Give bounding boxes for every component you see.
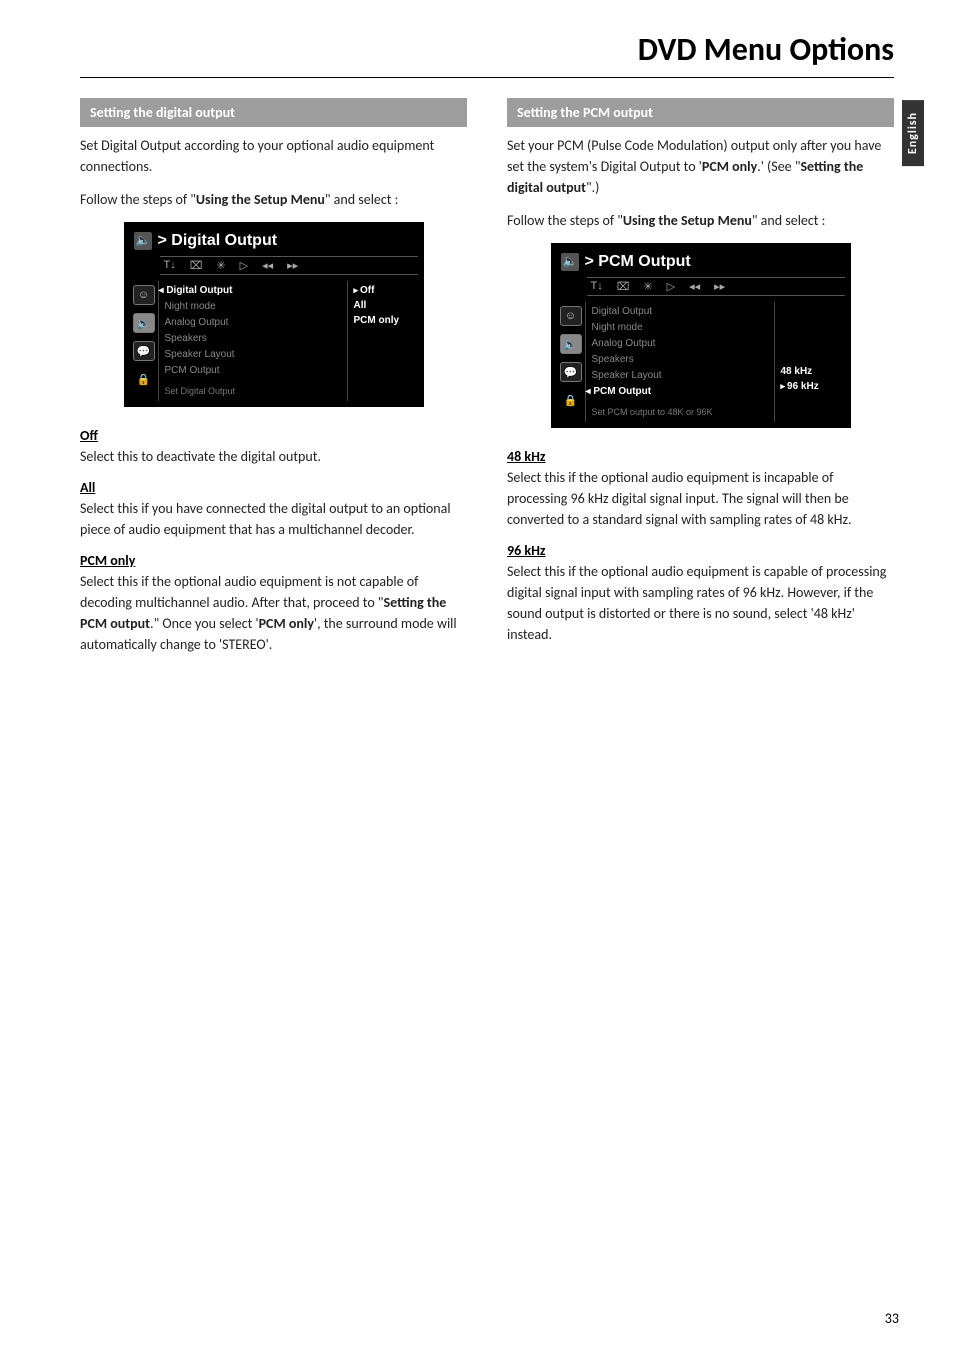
48khz-desc: Select this if the optional audio equipm…	[507, 467, 894, 530]
subheading-48khz: 48 kHz	[507, 448, 894, 465]
osd-item: Digital Output	[592, 304, 768, 320]
person-icon: ☺	[133, 285, 155, 305]
subheading-96khz: 96 kHz	[507, 542, 894, 559]
osd-item: Night mode	[592, 320, 768, 336]
text: Follow the steps of "	[80, 191, 196, 208]
lock-icon: 🔒	[133, 369, 155, 389]
two-column-layout: Setting the digital output Set Digital O…	[80, 98, 894, 667]
osd-pcm-output: > PCM Output T↓ ⌧ ✳ ▷ ◂◂ ▸▸ ☺ 🔈 💬 🔒 Digi…	[551, 243, 851, 428]
wave-icon: ✳	[216, 259, 225, 272]
chat-icon: 💬	[133, 341, 155, 361]
speaker-icon	[134, 232, 152, 250]
osd-sidebar: ☺ 🔈 💬 🔒	[557, 302, 585, 422]
osd-toolbar: T↓ ⌧ ✳ ▷ ◂◂ ▸▸	[587, 277, 845, 296]
forward-icon: ▸▸	[287, 259, 298, 272]
text: " and select :	[752, 212, 826, 229]
text: Follow the steps of "	[507, 212, 623, 229]
osd-title-text: > Digital Output	[158, 232, 278, 250]
osd-menu-list: ◂ Digital Output Night mode Analog Outpu…	[158, 281, 348, 401]
tv-icon: ⌧	[617, 280, 630, 293]
speaker-icon	[561, 253, 579, 271]
osd-option: PCM only	[354, 313, 412, 328]
osd-option: Off	[354, 283, 412, 298]
wave-icon: ✳	[643, 280, 652, 293]
speaker-tab-icon: 🔈	[133, 313, 155, 333]
osd-title: > PCM Output	[557, 249, 845, 277]
text-bold: Using the Setup Menu	[623, 212, 752, 229]
off-desc: Select this to deactivate the digital ou…	[80, 446, 467, 467]
osd-options: 48 kHz 96 kHz	[775, 302, 845, 422]
text-bold: PCM only	[259, 615, 314, 632]
osd-option: 48 kHz	[781, 364, 839, 379]
text-bold: PCM only	[702, 158, 757, 175]
text: ." Once you select '	[150, 615, 259, 632]
osd-help: Set PCM output to 48K or 96K	[592, 404, 768, 420]
page-number: 33	[885, 1310, 899, 1327]
osd-menu-list: Digital Output Night mode Analog Output …	[585, 302, 775, 422]
osd-item: Night mode	[165, 299, 341, 315]
person-icon: ☺	[560, 306, 582, 326]
subheading-all: All	[80, 479, 467, 496]
osd-item: Speakers	[165, 331, 341, 347]
left-intro-1: Set Digital Output according to your opt…	[80, 135, 467, 177]
osd-item: Speakers	[592, 352, 768, 368]
right-intro-2: Follow the steps of "Using the Setup Men…	[507, 210, 894, 231]
osd-item: Analog Output	[592, 336, 768, 352]
right-intro-1: Set your PCM (Pulse Code Modulation) out…	[507, 135, 894, 198]
text: " and select :	[325, 191, 399, 208]
text: ".)	[586, 179, 599, 196]
osd-item: Speaker Layout	[165, 347, 341, 363]
pcm-only-desc: Select this if the optional audio equipm…	[80, 571, 467, 655]
osd-item: PCM Output	[165, 363, 341, 379]
osd-body: ☺ 🔈 💬 🔒 Digital Output Night mode Analog…	[557, 302, 845, 422]
text-icon: T↓	[591, 280, 603, 293]
text-icon: T↓	[164, 259, 176, 272]
left-column: Setting the digital output Set Digital O…	[80, 98, 467, 667]
play-icon: ▷	[240, 259, 248, 272]
96khz-desc: Select this if the optional audio equipm…	[507, 561, 894, 645]
left-intro-2: Follow the steps of "Using the Setup Men…	[80, 189, 467, 210]
osd-option: 96 kHz	[781, 379, 839, 394]
osd-toolbar: T↓ ⌧ ✳ ▷ ◂◂ ▸▸	[160, 256, 418, 275]
left-section-header: Setting the digital output	[80, 98, 467, 127]
osd-options: Off All PCM only	[348, 281, 418, 401]
subheading-pcm-only: PCM only	[80, 552, 467, 569]
chat-icon: 💬	[560, 362, 582, 382]
all-desc: Select this if you have connected the di…	[80, 498, 467, 540]
osd-item: ◂ PCM Output	[592, 384, 768, 400]
subheading-off: Off	[80, 427, 467, 444]
osd-item: ◂ Digital Output	[165, 283, 341, 299]
osd-item: Analog Output	[165, 315, 341, 331]
speaker-tab-icon: 🔈	[560, 334, 582, 354]
osd-title-text: > PCM Output	[585, 253, 691, 271]
rewind-icon: ◂◂	[262, 259, 273, 272]
text-bold: Using the Setup Menu	[196, 191, 325, 208]
osd-body: ☺ 🔈 💬 🔒 ◂ Digital Output Night mode Anal…	[130, 281, 418, 401]
text: .' (See "	[757, 158, 800, 175]
language-tab: English	[902, 100, 924, 166]
osd-sidebar: ☺ 🔈 💬 🔒	[130, 281, 158, 401]
text: Select this if the optional audio equipm…	[80, 573, 418, 611]
osd-help: Set Digital Output	[165, 383, 341, 399]
osd-title: > Digital Output	[130, 228, 418, 256]
forward-icon: ▸▸	[714, 280, 725, 293]
osd-item: Speaker Layout	[592, 368, 768, 384]
tv-icon: ⌧	[190, 259, 203, 272]
right-column: Setting the PCM output Set your PCM (Pul…	[507, 98, 894, 667]
lock-icon: 🔒	[560, 390, 582, 410]
page-title: DVD Menu Options	[80, 30, 894, 78]
right-section-header: Setting the PCM output	[507, 98, 894, 127]
osd-option: All	[354, 298, 412, 313]
rewind-icon: ◂◂	[689, 280, 700, 293]
osd-digital-output: > Digital Output T↓ ⌧ ✳ ▷ ◂◂ ▸▸ ☺ 🔈 💬 🔒 …	[124, 222, 424, 407]
play-icon: ▷	[667, 280, 675, 293]
